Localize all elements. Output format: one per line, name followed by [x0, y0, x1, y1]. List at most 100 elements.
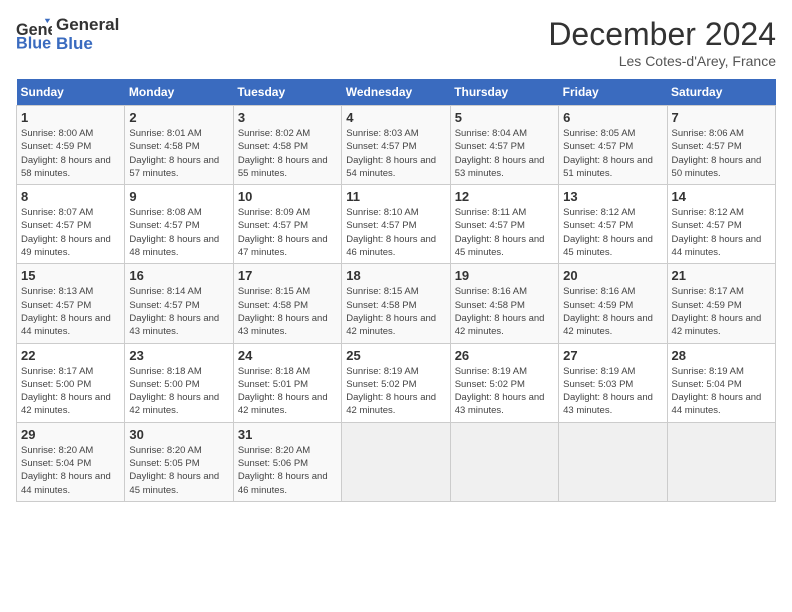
day-cell: 28 Sunrise: 8:19 AMSunset: 5:04 PMDayligh… [667, 343, 775, 422]
day-cell [559, 422, 667, 501]
day-number: 10 [238, 189, 337, 204]
day-number: 1 [21, 110, 120, 125]
day-cell: 23Sunrise: 8:18 AMSunset: 5:00 PMDayligh… [125, 343, 233, 422]
week-row-5: 29 Sunrise: 8:20 AMSunset: 5:04 PMDayligh… [17, 422, 776, 501]
week-row-1: 1 Sunrise: 8:00 AMSunset: 4:59 PMDaylight… [17, 106, 776, 185]
header-tuesday: Tuesday [233, 79, 341, 106]
day-number: 31 [238, 427, 337, 442]
day-number: 20 [563, 268, 662, 283]
title-block: December 2024 Les Cotes-d'Arey, France [548, 16, 776, 69]
day-detail: Sunrise: 8:15 AMSunset: 4:58 PMDaylight:… [238, 285, 337, 338]
day-detail: Sunrise: 8:04 AMSunset: 4:57 PMDaylight:… [455, 127, 554, 180]
day-detail: Sunrise: 8:11 AMSunset: 4:57 PMDaylight:… [455, 206, 554, 259]
day-number: 25 [346, 348, 445, 363]
day-detail: Sunrise: 8:17 AMSunset: 4:59 PMDaylight:… [672, 285, 771, 338]
day-number: 4 [346, 110, 445, 125]
logo-text-blue: Blue [56, 35, 119, 54]
header-friday: Friday [559, 79, 667, 106]
calendar-header-row: SundayMondayTuesdayWednesdayThursdayFrid… [17, 79, 776, 106]
day-number: 18 [346, 268, 445, 283]
day-cell: 18Sunrise: 8:15 AMSunset: 4:58 PMDayligh… [342, 264, 450, 343]
day-cell: 30Sunrise: 8:20 AMSunset: 5:05 PMDayligh… [125, 422, 233, 501]
day-cell: 13 Sunrise: 8:12 AMSunset: 4:57 PMDayligh… [559, 185, 667, 264]
day-detail: Sunrise: 8:09 AMSunset: 4:57 PMDaylight:… [238, 206, 337, 259]
day-detail: Sunrise: 8:19 AMSunset: 5:04 PMDaylight:… [672, 365, 771, 418]
day-cell: 1 Sunrise: 8:00 AMSunset: 4:59 PMDaylight… [17, 106, 125, 185]
day-number: 24 [238, 348, 337, 363]
logo-text-general: General [56, 16, 119, 35]
day-cell: 19 Sunrise: 8:16 AMSunset: 4:58 PMDayligh… [450, 264, 558, 343]
day-number: 7 [672, 110, 771, 125]
day-number: 17 [238, 268, 337, 283]
day-cell: 6 Sunrise: 8:05 AMSunset: 4:57 PMDaylight… [559, 106, 667, 185]
day-number: 23 [129, 348, 228, 363]
day-detail: Sunrise: 8:08 AMSunset: 4:57 PMDaylight:… [129, 206, 228, 259]
day-number: 13 [563, 189, 662, 204]
day-cell: 31 Sunrise: 8:20 AMSunset: 5:06 PMDayligh… [233, 422, 341, 501]
day-number: 5 [455, 110, 554, 125]
day-detail: Sunrise: 8:17 AMSunset: 5:00 PMDaylight:… [21, 365, 120, 418]
day-number: 6 [563, 110, 662, 125]
day-number: 8 [21, 189, 120, 204]
header-saturday: Saturday [667, 79, 775, 106]
header-sunday: Sunday [17, 79, 125, 106]
day-detail: Sunrise: 8:02 AMSunset: 4:58 PMDaylight:… [238, 127, 337, 180]
day-number: 16 [129, 268, 228, 283]
logo: General Blue General Blue [16, 16, 119, 53]
day-cell: 2Sunrise: 8:01 AMSunset: 4:58 PMDaylight… [125, 106, 233, 185]
day-cell: 7 Sunrise: 8:06 AMSunset: 4:57 PMDaylight… [667, 106, 775, 185]
day-detail: Sunrise: 8:19 AMSunset: 5:03 PMDaylight:… [563, 365, 662, 418]
day-detail: Sunrise: 8:16 AMSunset: 4:58 PMDaylight:… [455, 285, 554, 338]
day-cell: 3 Sunrise: 8:02 AMSunset: 4:58 PMDaylight… [233, 106, 341, 185]
day-cell: 16 Sunrise: 8:14 AMSunset: 4:57 PMDayligh… [125, 264, 233, 343]
day-cell: 11Sunrise: 8:10 AMSunset: 4:57 PMDayligh… [342, 185, 450, 264]
week-row-2: 8Sunrise: 8:07 AMSunset: 4:57 PMDaylight… [17, 185, 776, 264]
location: Les Cotes-d'Arey, France [548, 53, 776, 69]
day-cell [450, 422, 558, 501]
day-detail: Sunrise: 8:20 AMSunset: 5:06 PMDaylight:… [238, 444, 337, 497]
day-detail: Sunrise: 8:05 AMSunset: 4:57 PMDaylight:… [563, 127, 662, 180]
day-detail: Sunrise: 8:19 AMSunset: 5:02 PMDaylight:… [346, 365, 445, 418]
day-number: 28 [672, 348, 771, 363]
day-detail: Sunrise: 8:10 AMSunset: 4:57 PMDaylight:… [346, 206, 445, 259]
day-detail: Sunrise: 8:18 AMSunset: 5:01 PMDaylight:… [238, 365, 337, 418]
header-wednesday: Wednesday [342, 79, 450, 106]
day-cell: 26Sunrise: 8:19 AMSunset: 5:02 PMDayligh… [450, 343, 558, 422]
day-number: 29 [21, 427, 120, 442]
day-number: 27 [563, 348, 662, 363]
day-detail: Sunrise: 8:06 AMSunset: 4:57 PMDaylight:… [672, 127, 771, 180]
day-detail: Sunrise: 8:00 AMSunset: 4:59 PMDaylight:… [21, 127, 120, 180]
day-detail: Sunrise: 8:14 AMSunset: 4:57 PMDaylight:… [129, 285, 228, 338]
day-detail: Sunrise: 8:12 AMSunset: 4:57 PMDaylight:… [563, 206, 662, 259]
day-number: 15 [21, 268, 120, 283]
day-detail: Sunrise: 8:20 AMSunset: 5:04 PMDaylight:… [21, 444, 120, 497]
page-header: General Blue General Blue December 2024 … [16, 16, 776, 69]
header-monday: Monday [125, 79, 233, 106]
month-title: December 2024 [548, 16, 776, 53]
day-number: 19 [455, 268, 554, 283]
day-cell: 25 Sunrise: 8:19 AMSunset: 5:02 PMDayligh… [342, 343, 450, 422]
svg-text:Blue: Blue [16, 34, 51, 52]
day-number: 3 [238, 110, 337, 125]
day-cell: 14Sunrise: 8:12 AMSunset: 4:57 PMDayligh… [667, 185, 775, 264]
day-detail: Sunrise: 8:03 AMSunset: 4:57 PMDaylight:… [346, 127, 445, 180]
day-cell: 17 Sunrise: 8:15 AMSunset: 4:58 PMDayligh… [233, 264, 341, 343]
day-detail: Sunrise: 8:01 AMSunset: 4:58 PMDaylight:… [129, 127, 228, 180]
day-cell: 12 Sunrise: 8:11 AMSunset: 4:57 PMDayligh… [450, 185, 558, 264]
day-number: 12 [455, 189, 554, 204]
day-cell: 24 Sunrise: 8:18 AMSunset: 5:01 PMDayligh… [233, 343, 341, 422]
day-number: 26 [455, 348, 554, 363]
day-cell: 22Sunrise: 8:17 AMSunset: 5:00 PMDayligh… [17, 343, 125, 422]
week-row-3: 15 Sunrise: 8:13 AMSunset: 4:57 PMDayligh… [17, 264, 776, 343]
calendar-table: SundayMondayTuesdayWednesdayThursdayFrid… [16, 79, 776, 502]
day-detail: Sunrise: 8:13 AMSunset: 4:57 PMDaylight:… [21, 285, 120, 338]
day-cell: 15 Sunrise: 8:13 AMSunset: 4:57 PMDayligh… [17, 264, 125, 343]
header-thursday: Thursday [450, 79, 558, 106]
day-number: 14 [672, 189, 771, 204]
day-cell: 27 Sunrise: 8:19 AMSunset: 5:03 PMDayligh… [559, 343, 667, 422]
day-number: 30 [129, 427, 228, 442]
day-cell [667, 422, 775, 501]
day-cell: 9Sunrise: 8:08 AMSunset: 4:57 PMDaylight… [125, 185, 233, 264]
day-number: 21 [672, 268, 771, 283]
day-cell: 29 Sunrise: 8:20 AMSunset: 5:04 PMDayligh… [17, 422, 125, 501]
